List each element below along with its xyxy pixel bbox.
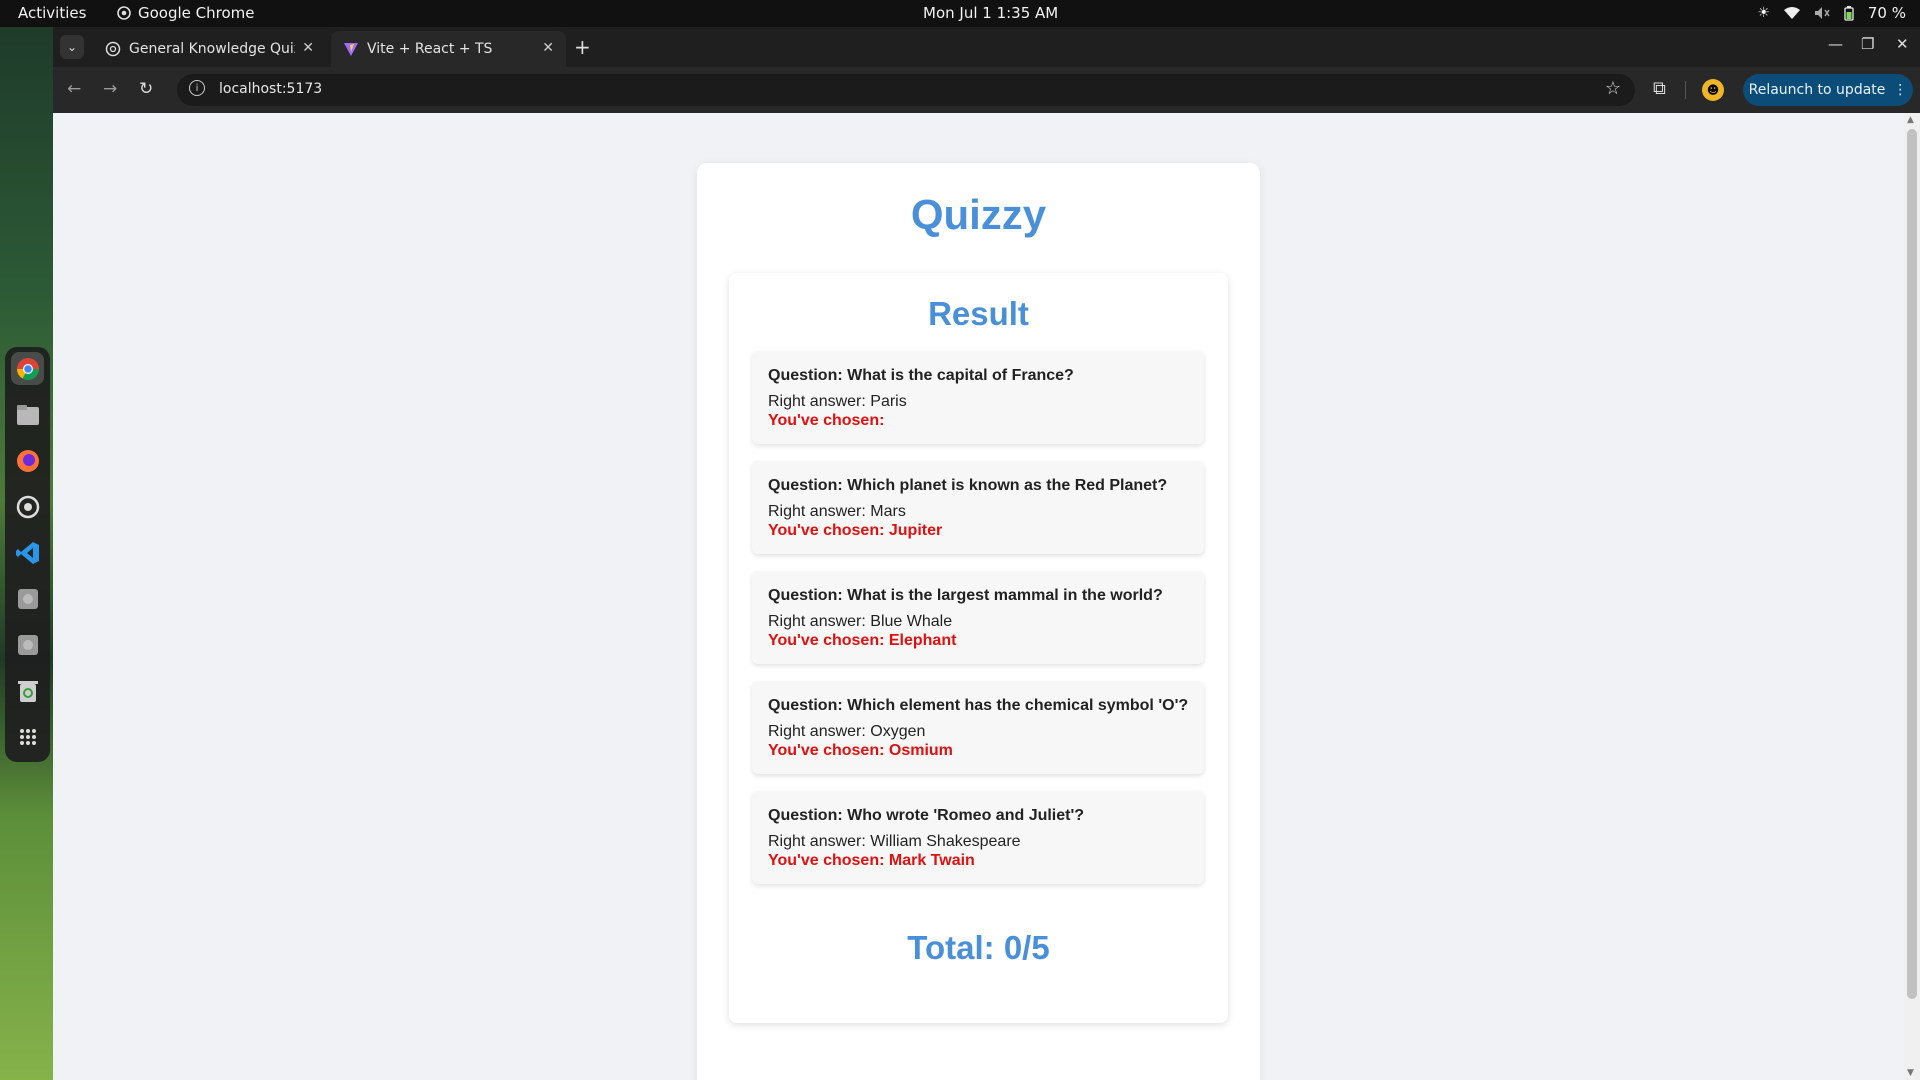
chosen-answer: You've chosen: (768, 412, 885, 429)
close-window-icon[interactable]: ✕ (1896, 35, 1909, 53)
disk-icon (17, 588, 38, 609)
total-score: Total: 0/5 (907, 929, 1050, 966)
settings-icon (16, 495, 39, 518)
vscode-icon (15, 541, 39, 564)
result-card: Result Question: What is the capital of … (729, 273, 1228, 1023)
dock-chrome[interactable] (11, 352, 44, 385)
result-item: Question: Which planet is known as the R… (752, 461, 1204, 554)
question-text: Question: What is the capital of France? (768, 367, 1074, 384)
result-title: Result (928, 295, 1029, 332)
chosen-answer: You've chosen: Jupiter (768, 522, 943, 539)
more-menu-icon[interactable]: ⋮ (1893, 82, 1907, 98)
dock-files[interactable] (11, 398, 44, 431)
tab-strip: ⌄ General Knowledge Quiz ✕ Vite + React … (53, 27, 1920, 67)
relaunch-to-update-button[interactable]: Relaunch to update ⋮ (1743, 74, 1913, 106)
chevron-down-icon: ⌄ (66, 40, 78, 54)
dock (5, 347, 50, 762)
minimize-icon[interactable]: — (1828, 35, 1843, 53)
vite-favicon-icon (344, 43, 358, 56)
app-title: Quizzy (910, 191, 1047, 238)
back-icon[interactable]: ← (67, 79, 81, 99)
scroll-up-icon[interactable]: ▲ (1907, 115, 1914, 125)
tab-title: General Knowledge Quiz (129, 41, 295, 57)
tab-general-knowledge-quiz[interactable]: General Knowledge Quiz ✕ (93, 31, 326, 67)
page-viewport: Quizzy Result Question: What is the capi… (53, 113, 1904, 1080)
battery-percentage: 70 % (1867, 4, 1906, 22)
right-answer: Right answer: Oxygen (768, 723, 926, 740)
brightness-icon: ☀ (1757, 5, 1770, 21)
wifi-icon (1783, 7, 1800, 19)
system-top-bar: Activities Google Chrome Mon Jul 1 1:35 … (0, 0, 1920, 27)
quiz-app-card: Quizzy Result Question: What is the capi… (697, 163, 1260, 1080)
browser-toolbar: ← → ↻ i localhost:5173 ☆ ⧉ ☻ Relaunch to… (53, 67, 1920, 113)
disk-icon (17, 634, 38, 655)
profile-avatar[interactable]: ☻ (1702, 79, 1724, 101)
question-text: Question: Which planet is known as the R… (768, 477, 1168, 494)
app-menu[interactable]: Google Chrome (117, 4, 255, 22)
extensions-icon[interactable]: ⧉ (1653, 78, 1666, 99)
firefox-icon (16, 449, 39, 472)
result-item: Question: What is the capital of France?… (752, 351, 1204, 444)
toolbar-divider (1685, 81, 1686, 99)
chosen-answer: You've chosen: Mark Twain (768, 852, 975, 869)
question-text: Question: What is the largest mammal in … (768, 587, 1163, 604)
dock-vscode[interactable] (11, 536, 44, 569)
site-info-icon[interactable]: i (189, 80, 205, 96)
tab-title: Vite + React + TS (367, 41, 493, 57)
app-name: Google Chrome (138, 4, 255, 22)
chosen-answer: You've chosen: Elephant (768, 632, 957, 649)
new-tab-icon[interactable]: + (574, 35, 591, 59)
reload-icon[interactable]: ↻ (139, 79, 153, 99)
activities-button[interactable]: Activities (18, 4, 86, 22)
tab-search-button[interactable]: ⌄ (60, 35, 84, 59)
volume-muted-icon (1814, 7, 1830, 19)
close-tab-icon[interactable]: ✕ (302, 40, 314, 56)
scrollbar-thumb[interactable] (1907, 129, 1917, 999)
url-text: localhost:5173 (219, 81, 323, 97)
dock-trash[interactable] (11, 674, 44, 707)
right-answer: Right answer: Blue Whale (768, 613, 953, 630)
question-text: Question: Who wrote 'Romeo and Juliet'? (768, 807, 1085, 824)
apps-grid-icon (19, 728, 36, 745)
right-answer: Right answer: Mars (768, 503, 906, 520)
question-text: Question: Which element has the chemical… (768, 697, 1189, 714)
system-tray[interactable]: ☀ 70 % (1757, 4, 1906, 22)
chosen-answer: You've chosen: Osmium (768, 742, 953, 759)
dock-disk-1[interactable] (11, 582, 44, 615)
dock-firefox[interactable] (11, 444, 44, 477)
address-bar[interactable]: i localhost:5173 ☆ (177, 74, 1635, 106)
restore-icon[interactable]: ❐ (1861, 35, 1874, 53)
chrome-icon (16, 357, 39, 380)
openai-favicon-icon (105, 41, 121, 57)
result-item: Question: Which element has the chemical… (752, 681, 1204, 774)
close-tab-icon[interactable]: ✕ (542, 40, 554, 56)
result-item: Question: Who wrote 'Romeo and Juliet'? … (752, 791, 1204, 884)
page-scrollbar[interactable]: ▲ ▼ (1904, 113, 1920, 1080)
scroll-down-icon[interactable]: ▼ (1907, 1068, 1914, 1078)
chrome-small-icon (117, 6, 131, 20)
result-item: Question: What is the largest mammal in … (752, 571, 1204, 664)
dock-settings[interactable] (11, 490, 44, 523)
bookmark-star-icon[interactable]: ☆ (1605, 78, 1621, 99)
forward-icon[interactable]: → (103, 79, 117, 99)
dock-disk-2[interactable] (11, 628, 44, 661)
relaunch-label: Relaunch to update (1748, 82, 1886, 98)
trash-icon (17, 680, 38, 702)
browser-window: ⌄ General Knowledge Quiz ✕ Vite + React … (53, 27, 1920, 1080)
dock-show-apps[interactable] (11, 720, 44, 753)
profile-icon: ☻ (1706, 83, 1720, 97)
tab-vite-react-ts[interactable]: Vite + React + TS ✕ (331, 31, 566, 67)
clock[interactable]: Mon Jul 1 1:35 AM (923, 4, 1058, 22)
right-answer: Right answer: William Shakespeare (768, 833, 1021, 850)
battery-icon (1844, 5, 1854, 21)
right-answer: Right answer: Paris (768, 393, 907, 410)
files-icon (16, 404, 39, 425)
